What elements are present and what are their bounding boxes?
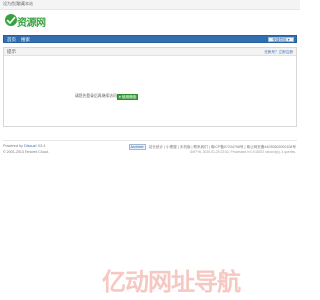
nav-item-home[interactable]: 首页 — [7, 37, 16, 43]
wechat-icon: ● — [118, 95, 121, 99]
powered-by: Powered by Discuz! X3.4 — [3, 144, 45, 148]
version-text: X3.4 — [37, 144, 46, 148]
nav-item-search[interactable]: 搜索 — [21, 37, 30, 43]
footer-divider — [3, 140, 297, 142]
top-bar: 设为首页 收藏本站 — [0, 0, 300, 10]
favorite-link[interactable]: 收藏本站 — [17, 1, 33, 7]
archiver-badge[interactable]: Archiver — [128, 144, 146, 150]
footer-meta: GMT+8, 2025-01-25 22:52, Processed in 0.… — [189, 150, 296, 154]
main-nav: 首页 搜索 快捷导航 ▾ — [3, 35, 297, 43]
copyright: © 2001-2013 Tencent Cloud. — [3, 150, 49, 154]
powered-by-label: Powered by — [3, 144, 24, 148]
panel-title: 提示 — [7, 49, 16, 54]
login-message: 请您先登录后再继续访问 — [75, 94, 117, 98]
discuz-link[interactable]: Discuz! — [24, 144, 36, 148]
panel-header: 提示 无帐号？立即注册 — [4, 48, 296, 56]
quick-nav-button[interactable]: 快捷导航 ▾ — [268, 37, 294, 42]
site-logo[interactable]: 资源网 — [4, 12, 48, 29]
register-link[interactable]: 无帐号？立即注册 — [264, 50, 293, 55]
footer-links-text[interactable]: 站长统计 | 小黑屋 | 手机版 | 联系我们 | 粤ICP备07234798号… — [149, 145, 296, 149]
panel-body — [4, 56, 296, 136]
logo-text: 资源网 — [17, 18, 46, 29]
watermark-text: 亿动网址导航 — [102, 269, 241, 296]
logo-icon — [5, 14, 17, 26]
wechat-login-button[interactable]: ●使用微信登录 — [117, 94, 138, 104]
message-panel: 提示 无帐号？立即注册 — [3, 47, 297, 127]
